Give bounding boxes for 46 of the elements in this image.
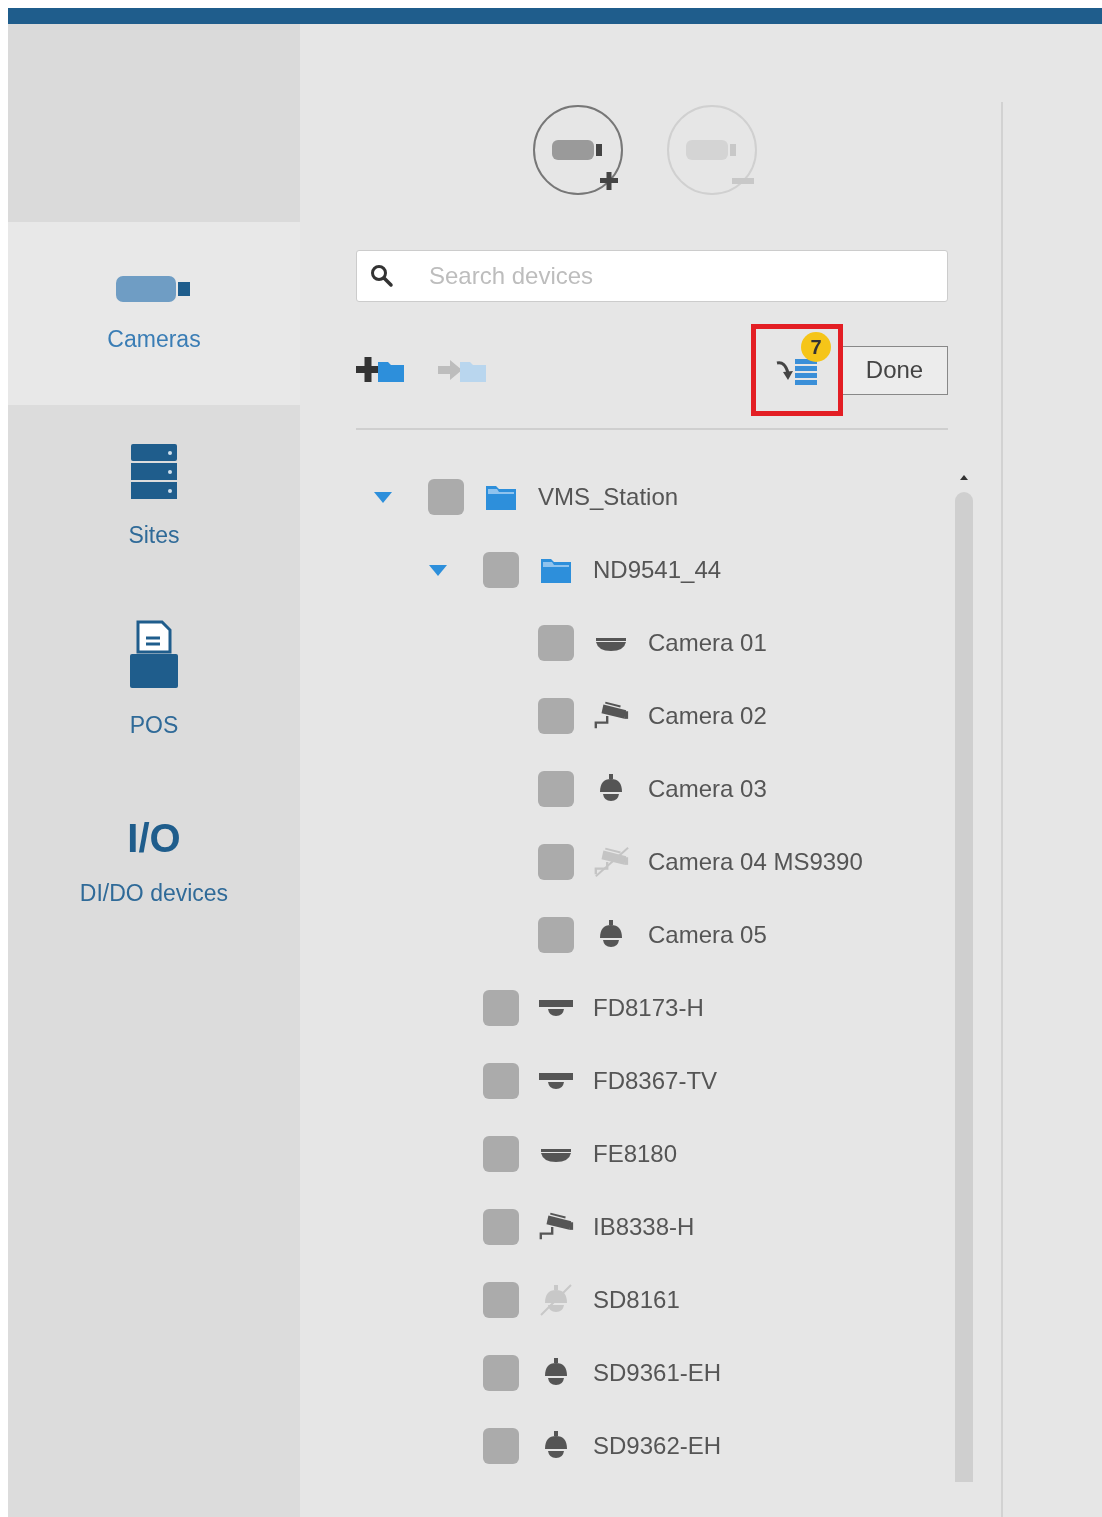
import-button[interactable]	[751, 324, 843, 416]
tree-item-label[interactable]: FD8173-H	[593, 993, 704, 1022]
count-badge: 7	[801, 332, 831, 362]
add-folder-button[interactable]	[356, 356, 406, 384]
done-button[interactable]: Done	[841, 345, 948, 395]
io-glyph: I/O	[127, 818, 181, 858]
sidebar-item[interactable]: I/O DI/DO devices	[8, 771, 300, 954]
checkbox[interactable]	[538, 916, 574, 953]
checkbox[interactable]	[483, 1135, 519, 1172]
tree-item-label[interactable]: FD8367-TV	[593, 1066, 718, 1095]
checkbox[interactable]	[483, 1208, 519, 1245]
tree-item-label[interactable]: Camera 04 MS9390	[648, 847, 863, 876]
tree-item-label[interactable]: FE8180	[593, 1139, 678, 1168]
server-icon	[131, 444, 177, 500]
checkbox[interactable]	[538, 843, 574, 880]
collapse-caret-icon[interactable]	[372, 489, 394, 504]
camera-icon	[116, 274, 192, 304]
checkbox[interactable]	[483, 551, 519, 588]
sidebar-item[interactable]: Sites	[8, 405, 300, 588]
tree-item-label[interactable]: Camera 01	[648, 628, 767, 657]
sidebar-item[interactable]: POS	[8, 588, 300, 771]
receipt-printer-icon	[130, 620, 178, 690]
checkbox[interactable]	[538, 697, 574, 734]
add-camera-button[interactable]	[532, 104, 624, 196]
checkbox[interactable]	[538, 770, 574, 807]
tree-item-label[interactable]: SD9362-EH	[593, 1431, 722, 1460]
checkbox[interactable]	[483, 989, 519, 1026]
checkbox[interactable]	[538, 624, 574, 661]
sidebar-item[interactable]: Cameras	[8, 222, 300, 405]
offline-camera-icon	[592, 844, 630, 879]
tree-item-label[interactable]: Camera 02	[648, 701, 767, 730]
tree-item-label[interactable]: SD9361-EH	[593, 1358, 722, 1387]
tree-item-label[interactable]: VMS_Station	[538, 482, 679, 511]
scroll-up-icon[interactable]	[959, 474, 969, 480]
collapse-caret-icon[interactable]	[427, 562, 449, 577]
search-field[interactable]: Search devices	[356, 250, 948, 302]
checkbox[interactable]	[428, 478, 464, 515]
tree-item-label[interactable]: IB8338-H	[593, 1212, 695, 1241]
tree-item-label[interactable]: ND9541_44	[593, 555, 722, 584]
tree-item-label[interactable]: SD8161	[593, 1285, 680, 1314]
checkbox[interactable]	[483, 1354, 519, 1391]
tree-item-label[interactable]: Camera 05	[648, 920, 767, 949]
checkbox[interactable]	[483, 1427, 519, 1464]
checkbox[interactable]	[483, 1062, 519, 1099]
tree-item-label[interactable]: Camera 03	[648, 774, 767, 803]
checkbox[interactable]	[483, 1281, 519, 1318]
